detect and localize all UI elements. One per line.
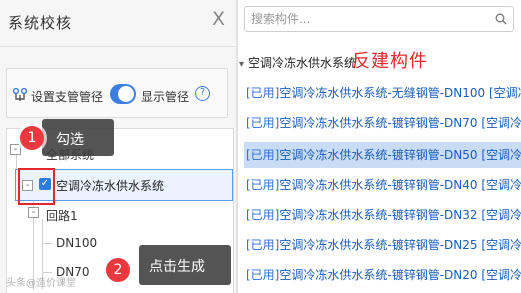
tree-leaf-dn100[interactable]: DN100 (56, 236, 97, 250)
used-tag: [已用] (246, 178, 280, 192)
collapse-caret-icon[interactable]: ▾ (239, 59, 244, 70)
used-tag: [已用] (246, 208, 280, 222)
group-chilled-water-supply[interactable]: ▾ 空调冷冻水供水系统 (239, 54, 356, 71)
help-icon[interactable]: ? (195, 86, 210, 101)
step-badge-1: 1 (20, 126, 44, 150)
title-divider (0, 46, 236, 47)
used-tag: [已用] (246, 148, 280, 162)
used-tag: [已用] (246, 268, 280, 282)
tree-connector (42, 243, 52, 244)
show-pipe-size-label: 显示管径 (141, 90, 190, 104)
step-badge-2: 2 (106, 258, 130, 282)
expand-loop-toggle[interactable]: - (28, 207, 39, 218)
item-text: 空调冷冻水供水系统-镀锌钢管-DN50 [空调冷冻水供水 (279, 148, 521, 162)
used-tag: [已用] (246, 116, 280, 130)
group-label: 空调冷冻水供水系统 (248, 56, 357, 70)
callout-generate-text: 点击生成 (149, 259, 205, 275)
annotation-rebuild-components: 反建构件 (352, 51, 428, 72)
close-icon[interactable]: X (212, 8, 225, 30)
callout-check: 勾选 (42, 119, 114, 156)
component-list-panel: ▾空调冷冻水供水系统 反建构件 [已用]空调冷冻水供水系统-无缝钢管-DN100… (237, 0, 521, 293)
item-text: 空调冷冻水供水系统-镀锌钢管-DN32 [空调冷冻水供水 (279, 208, 521, 222)
list-item[interactable]: [已用]空调冷冻水供水系统-无缝钢管-DN100 [空调冷冻水供水 (244, 82, 521, 104)
item-text: 空调冷冻水供水系统-镀锌钢管-DN20 [空调冷冻水供水 (279, 268, 521, 282)
search-box (244, 6, 514, 32)
list-item[interactable]: [已用]空调冷冻水供水系统-镀锌钢管-DN40 [空调冷冻水供水 (244, 174, 521, 196)
list-item-selected[interactable]: [已用]空调冷冻水供水系统-镀锌钢管-DN50 [空调冷冻水供水 (244, 142, 521, 168)
panel-title: 系统校核 (8, 14, 73, 32)
list-item[interactable]: [已用]空调冷冻水供水系统-镀锌钢管-DN25 [空调冷冻水供水 (244, 234, 521, 256)
item-text: 空调冷冻水供水系统-镀锌钢管-DN70 [空调冷冻水供水 (279, 116, 521, 130)
toggle-knob (118, 86, 134, 102)
search-icon[interactable] (495, 13, 507, 25)
item-text: 空调冷冻水供水系统-镀锌钢管-DN25 [空调冷冻水供水 (279, 238, 521, 252)
search-input[interactable] (251, 10, 481, 28)
used-tag: [已用] (246, 238, 280, 252)
list-item[interactable]: [已用]空调冷冻水供水系统-镀锌钢管-DN70 [空调冷冻水供水 (244, 112, 521, 134)
tree-item-chilled-water-supply[interactable]: 空调冷冻水供水系统 (56, 177, 164, 194)
list-item[interactable]: [已用]空调冷冻水供水系统-镀锌钢管-DN20 [空调冷冻水供水 (244, 264, 521, 286)
item-text: 空调冷冻水供水系统-无缝钢管-DN100 [空调冷冻水供水 (279, 86, 521, 100)
pipe-setting-icon[interactable] (12, 86, 28, 102)
tree-connector (42, 272, 52, 273)
expand-root-toggle[interactable]: - (10, 144, 21, 155)
show-pipe-size-toggle[interactable] (110, 84, 136, 104)
item-text: 空调冷冻水供水系统-镀锌钢管-DN40 [空调冷冻水供水 (279, 178, 521, 192)
set-branch-pipe-size-button[interactable]: 设置支管管径 (31, 88, 103, 105)
used-tag: [已用] (246, 86, 280, 100)
callout-click-generate[interactable]: 点击生成 (139, 245, 231, 285)
panel-divider (237, 0, 238, 293)
list-item[interactable]: [已用]空调冷冻水供水系统-镀锌钢管-DN32 [空调冷冻水供水 (244, 204, 521, 226)
tree-item-loop-1[interactable]: 回路1 (46, 207, 78, 224)
highlight-frame (18, 168, 55, 205)
callout-check-text: 勾选 (56, 132, 84, 148)
watermark: 头条@造价课堂 (6, 278, 76, 289)
